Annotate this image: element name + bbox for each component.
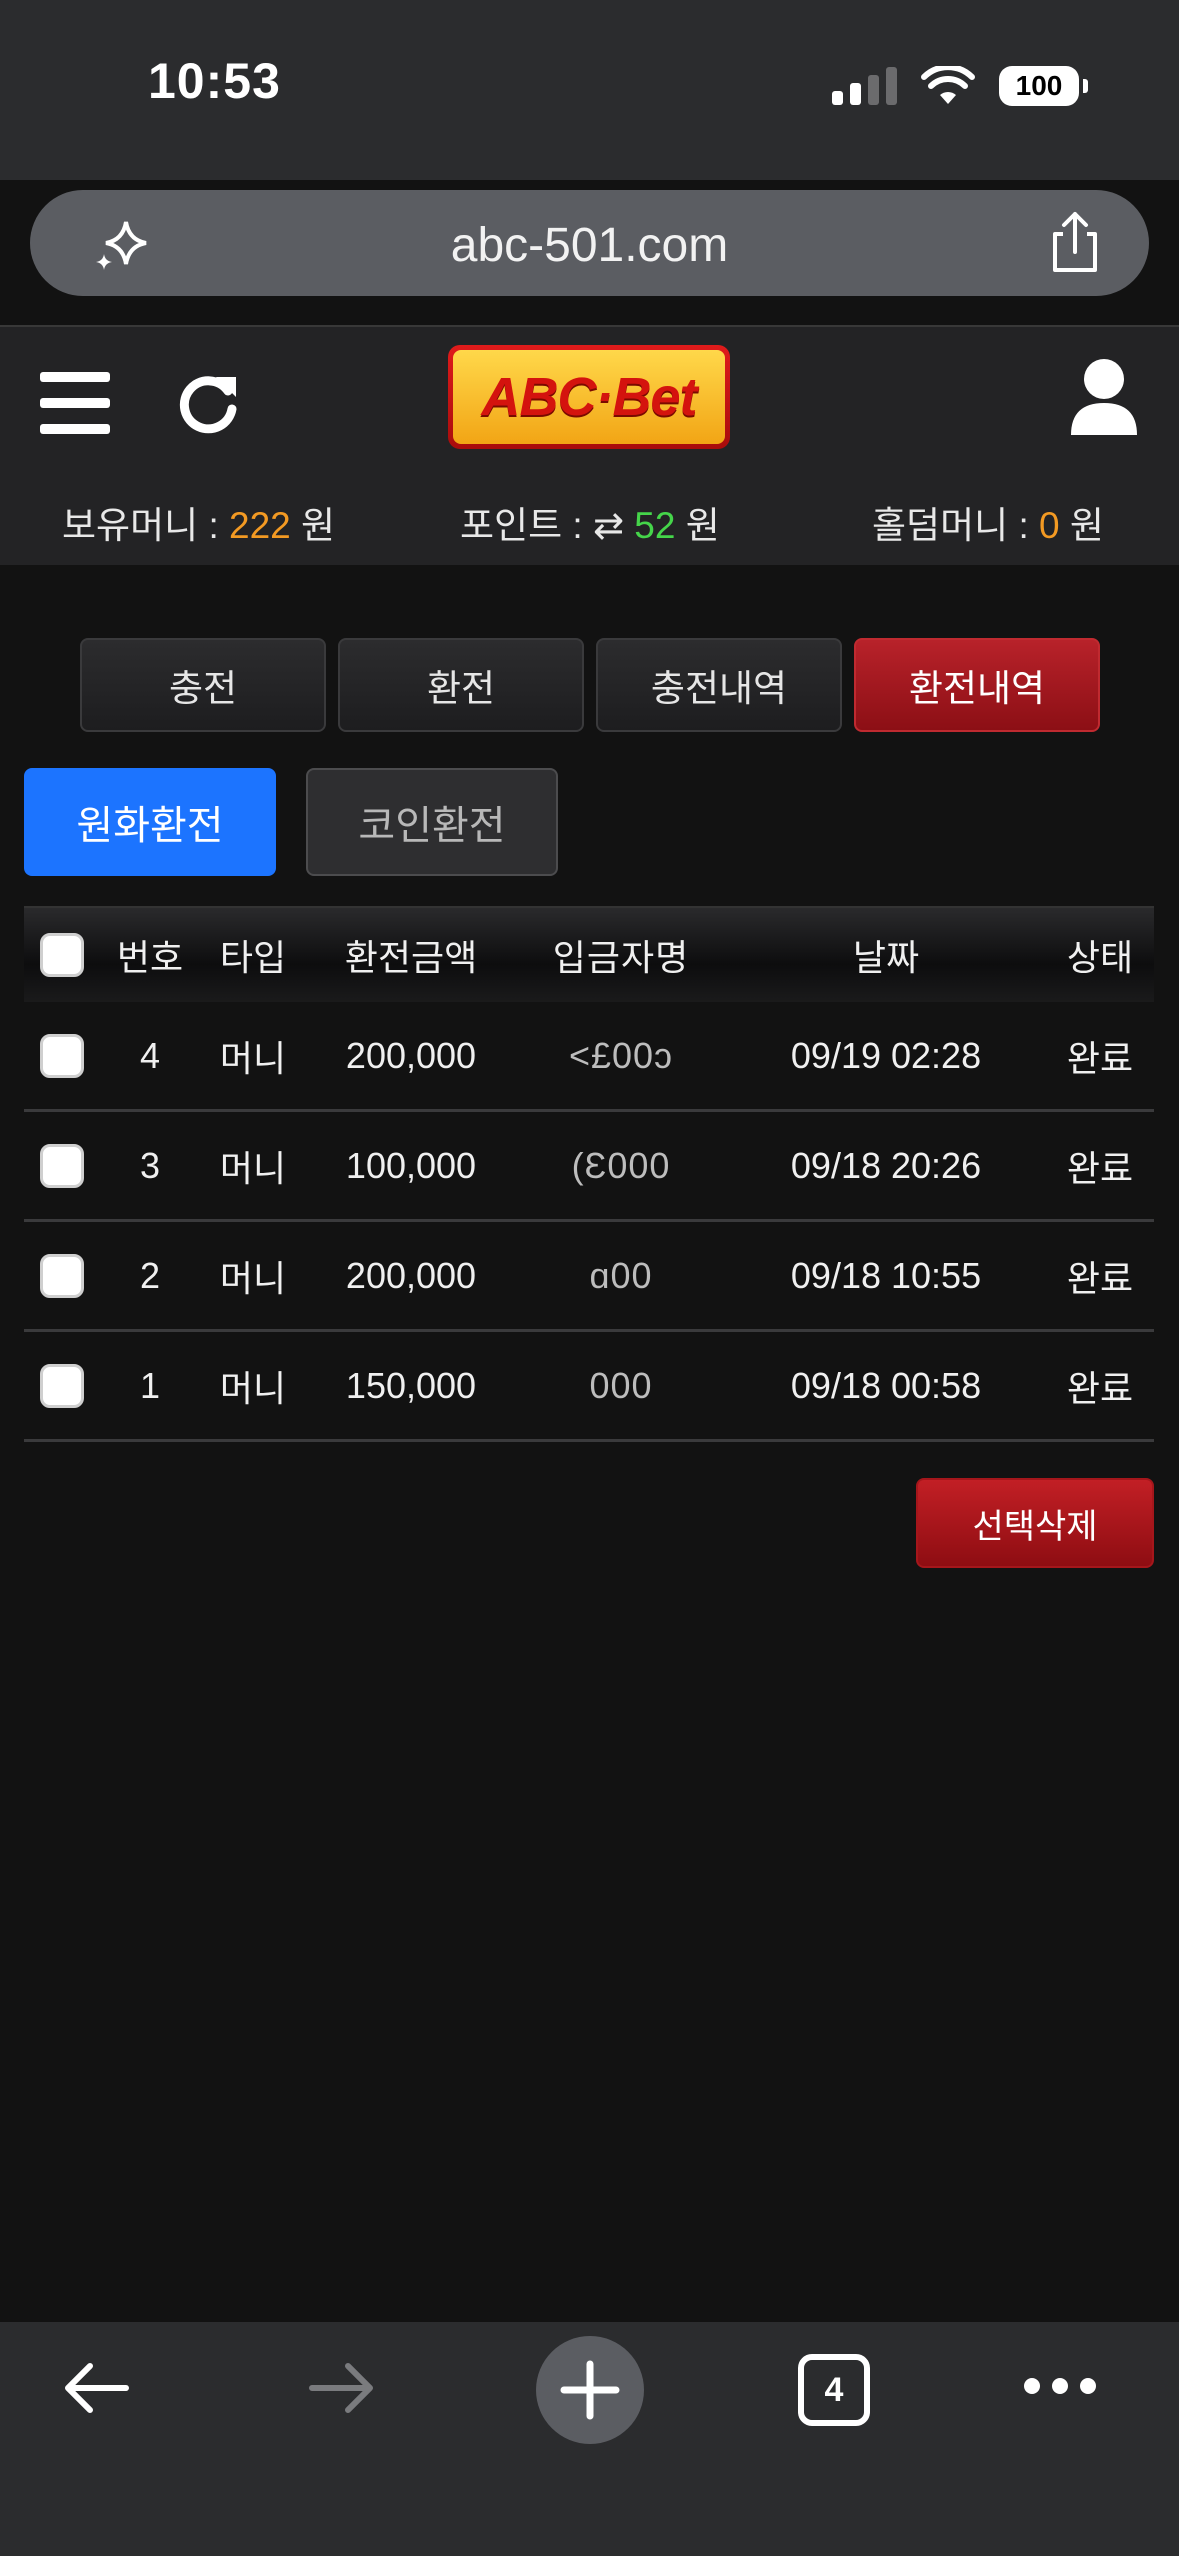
money-balance: 보유머니 : 222 원 [62, 495, 335, 549]
site-header: ABC·Bet 보유머니 : 222 원 포인트 : ⇄ 52 원 홀덤머니 :… [0, 325, 1179, 565]
point-value: 52 [634, 505, 676, 546]
holdem-value: 0 [1039, 505, 1060, 546]
row-status: 완료 [1066, 1257, 1134, 1299]
header-depositor: 입금자명 [552, 937, 690, 978]
tab-withdraw[interactable]: 환전 [338, 638, 584, 732]
table-header: 번호 타입 환전금액 입금자명 날짜 상태 [24, 906, 1154, 1002]
row-number: 4 [139, 1034, 161, 1076]
header-type: 타입 [219, 937, 287, 978]
plus-icon [560, 2360, 620, 2420]
row-amount: 100,000 [345, 1144, 477, 1186]
address-bar[interactable]: abc-501.com [30, 190, 1149, 296]
tab-deposit-history[interactable]: 충전내역 [596, 638, 842, 732]
row-amount: 200,000 [345, 1034, 477, 1076]
subtab-coin-withdraw[interactable]: 코인환전 [306, 768, 558, 876]
exchange-arrows-icon[interactable]: ⇄ [593, 505, 624, 546]
row-date: 09/18 20:26 [790, 1144, 982, 1186]
point-balance: 포인트 : ⇄ 52 원 [460, 495, 720, 549]
status-bar: 10:53 100 [0, 0, 1179, 180]
table-row: 2 머니 200,000 ɑ00 09/18 10:55 완료 [24, 1222, 1154, 1332]
row-type: 머니 [219, 1367, 287, 1409]
header-date: 날짜 [852, 937, 920, 978]
site-logo[interactable]: ABC·Bet [448, 345, 730, 449]
logo-text: ABC·Bet [453, 350, 725, 444]
row-number: 2 [139, 1254, 161, 1296]
user-profile-icon[interactable] [1069, 357, 1139, 437]
row-type: 머니 [219, 1147, 287, 1189]
table-row: 3 머니 100,000 (Ɛ000 09/18 20:26 완료 [24, 1112, 1154, 1222]
battery-icon: 100 [999, 66, 1088, 106]
tabs-count-button[interactable]: 4 [798, 2354, 870, 2426]
row-type: 머니 [219, 1037, 287, 1079]
row-amount: 150,000 [345, 1364, 477, 1406]
row-date: 09/19 02:28 [790, 1034, 982, 1076]
row-depositor: <£00ɔ [568, 1034, 674, 1076]
main-tabs: 충전 환전 충전내역 환전내역 [80, 638, 1100, 732]
cellular-signal-icon [832, 67, 897, 105]
row-amount: 200,000 [345, 1254, 477, 1296]
row-depositor: (Ɛ000 [571, 1144, 671, 1186]
subtab-krw-withdraw[interactable]: 원화환전 [24, 768, 276, 876]
point-unit: 원 [685, 505, 720, 546]
holdem-balance: 홀덤머니 : 0 원 [872, 495, 1104, 549]
status-indicators: 100 [832, 62, 1088, 110]
row-checkbox[interactable] [40, 1363, 84, 1408]
browser-toolbar: 4 [0, 2322, 1179, 2556]
table-row: 4 머니 200,000 <£00ɔ 09/19 02:28 완료 [24, 1002, 1154, 1112]
row-status: 완료 [1066, 1147, 1134, 1189]
holdem-unit: 원 [1069, 505, 1104, 546]
refresh-icon[interactable] [176, 369, 244, 437]
row-status: 완료 [1066, 1037, 1134, 1079]
row-number: 1 [139, 1364, 161, 1406]
money-value: 222 [229, 505, 291, 546]
withdraw-history-table: 번호 타입 환전금액 입금자명 날짜 상태 4 머니 200,000 <£00ɔ… [24, 906, 1154, 1442]
table-row: 1 머니 150,000 000 09/18 00:58 완료 [24, 1332, 1154, 1442]
forward-arrow-icon[interactable] [306, 2356, 378, 2420]
select-all-checkbox[interactable] [40, 933, 84, 977]
hamburger-menu-icon[interactable] [40, 372, 110, 434]
back-arrow-icon[interactable] [60, 2356, 132, 2420]
row-checkbox[interactable] [40, 1033, 84, 1078]
row-number: 3 [139, 1144, 161, 1186]
row-date: 09/18 00:58 [790, 1364, 982, 1406]
share-icon[interactable] [1045, 210, 1105, 274]
money-label: 보유머니 : [62, 505, 229, 546]
status-time: 10:53 [148, 53, 281, 109]
header-status: 상태 [1066, 937, 1134, 978]
holdem-label: 홀덤머니 : [872, 505, 1039, 546]
header-amount: 환전금액 [344, 937, 478, 978]
balance-bar: 보유머니 : 222 원 포인트 : ⇄ 52 원 홀덤머니 : 0 원 [0, 495, 1179, 546]
header-number: 번호 [116, 937, 184, 978]
sub-tabs: 원화환전 코인환전 [24, 768, 558, 876]
wifi-icon [921, 66, 975, 104]
new-tab-button[interactable] [536, 2336, 644, 2444]
delete-selected-button[interactable]: 선택삭제 [916, 1478, 1154, 1568]
more-options-icon[interactable] [1024, 2378, 1096, 2398]
row-checkbox[interactable] [40, 1143, 84, 1188]
url-text[interactable]: abc-501.com [30, 218, 1149, 273]
row-depositor: 000 [589, 1364, 653, 1406]
row-status: 완료 [1066, 1367, 1134, 1409]
row-depositor: ɑ00 [589, 1254, 653, 1296]
row-type: 머니 [219, 1257, 287, 1299]
money-unit: 원 [301, 505, 336, 546]
row-date: 09/18 10:55 [790, 1254, 982, 1296]
row-checkbox[interactable] [40, 1253, 84, 1298]
tab-withdraw-history[interactable]: 환전내역 [854, 638, 1100, 732]
point-label: 포인트 : [460, 505, 593, 546]
tab-deposit[interactable]: 충전 [80, 638, 326, 732]
